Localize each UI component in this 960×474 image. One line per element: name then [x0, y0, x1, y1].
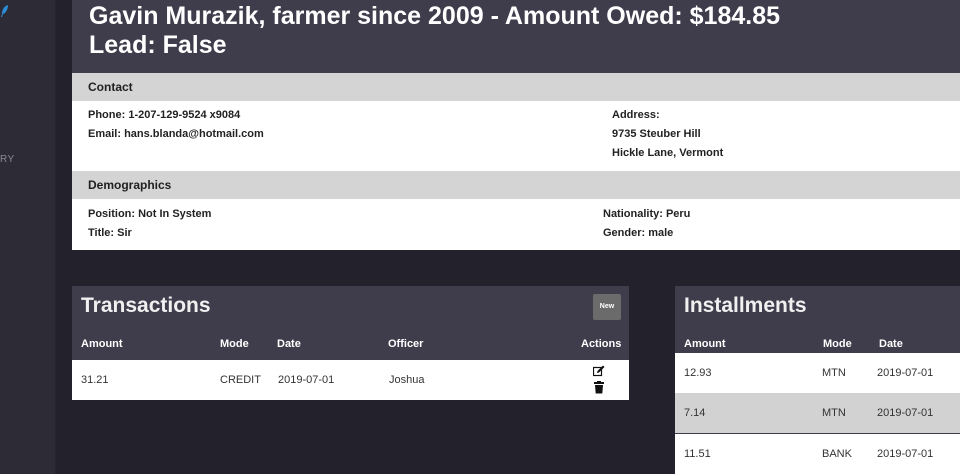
transaction-amount: 31.21 — [81, 374, 109, 386]
installment-date: 2019-07-01 — [877, 448, 934, 460]
transaction-mode: CREDIT — [220, 374, 261, 386]
sidebar: RY — [0, 0, 56, 474]
demographics-section: Position: Not In System Title: Sir Natio… — [72, 199, 960, 250]
edit-icon[interactable] — [593, 365, 605, 377]
transaction-officer: Joshua — [389, 374, 425, 386]
installment-amount: 12.93 — [684, 367, 712, 379]
installment-mode: MTN — [822, 367, 846, 379]
trash-icon[interactable] — [593, 381, 605, 394]
contact-heading: Contact — [72, 73, 960, 101]
transactions-col-mode[interactable]: Mode — [220, 338, 249, 350]
installment-amount: 7.14 — [684, 407, 706, 419]
installments-panel: Installments Amount Mode Date 12.93 MTN … — [675, 286, 960, 474]
contact-phone: Phone: 1-207-129-9524 x9084 — [88, 109, 241, 121]
installment-mode: BANK — [822, 448, 852, 460]
page-title: Gavin Murazik, farmer since 2009 - Amoun… — [89, 2, 780, 60]
demographics-title: Title: Sir — [88, 227, 132, 239]
contact-address-label: Address: — [612, 109, 660, 121]
demographics-heading: Demographics — [72, 171, 960, 199]
transactions-col-actions: Actions — [581, 338, 622, 350]
transactions-panel: Transactions New Amount Mode Date Office… — [72, 286, 629, 400]
transaction-actions — [593, 365, 607, 398]
sidebar-nav-label[interactable]: RY — [0, 154, 15, 165]
page-header: Gavin Murazik, farmer since 2009 - Amoun… — [72, 0, 960, 73]
transactions-col-officer[interactable]: Officer — [388, 338, 423, 350]
installments-col-mode[interactable]: Mode — [823, 338, 852, 350]
installment-amount: 11.51 — [684, 448, 711, 460]
demographics-nationality: Nationality: Peru — [603, 208, 691, 220]
contact-address-line2: Hickle Lane, Vermont — [612, 147, 724, 159]
table-row: 11.51 BANK 2019-07-01 — [675, 434, 960, 474]
table-row: 12.93 MTN 2019-07-01 — [675, 353, 960, 393]
page-title-line2: Lead: False — [89, 31, 227, 59]
new-transaction-button[interactable]: New — [593, 294, 621, 320]
installments-title: Installments — [684, 294, 807, 317]
transactions-col-date[interactable]: Date — [277, 338, 301, 350]
contact-section: Phone: 1-207-129-9524 x9084 Email: hans.… — [72, 101, 960, 171]
installment-date: 2019-07-01 — [877, 367, 934, 379]
installments-col-date[interactable]: Date — [879, 338, 903, 350]
installment-date: 2019-07-01 — [877, 407, 934, 419]
contact-address-line1: 9735 Steuber Hill — [612, 128, 701, 140]
demographics-gender: Gender: male — [603, 227, 674, 239]
table-row: 31.21 CREDIT 2019-07-01 Joshua — [72, 360, 629, 400]
page-title-line1: Gavin Murazik, farmer since 2009 - Amoun… — [89, 2, 781, 30]
installments-col-amount[interactable]: Amount — [684, 338, 726, 350]
transactions-col-amount[interactable]: Amount — [81, 338, 123, 350]
transaction-date: 2019-07-01 — [278, 374, 335, 386]
contact-email: Email: hans.blanda@hotmail.com — [88, 128, 264, 140]
installment-mode: MTN — [822, 407, 846, 419]
table-row: 7.14 MTN 2019-07-01 — [675, 393, 960, 433]
demographics-position: Position: Not In System — [88, 208, 212, 220]
feather-icon[interactable] — [0, 4, 10, 18]
transactions-title: Transactions — [81, 294, 211, 317]
